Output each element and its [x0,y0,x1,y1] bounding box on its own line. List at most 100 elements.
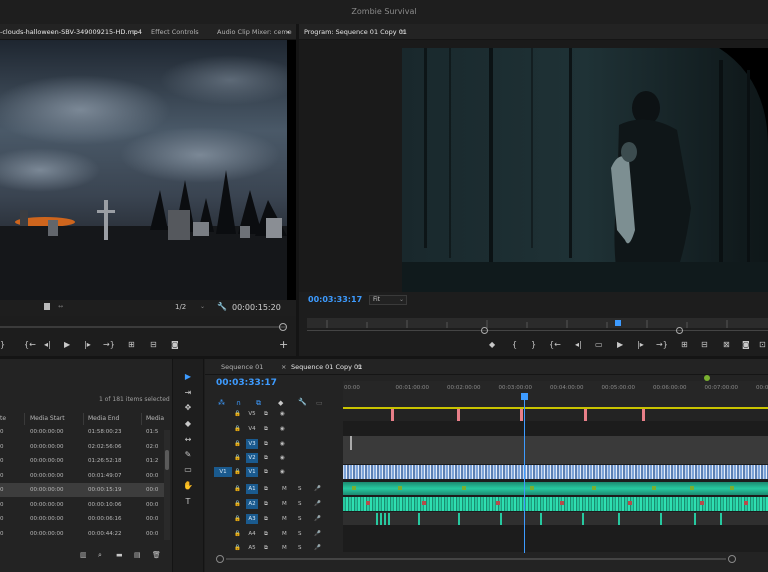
program-fit-select[interactable]: Fit ⌄ [369,295,407,305]
table-row[interactable]: 0 00:00:00:00 00:00:15:19 00:0 [0,483,164,497]
audio-clip-blip[interactable] [388,513,390,525]
audio-keyframe[interactable] [422,501,426,505]
eye-icon[interactable]: ◉ [280,439,285,449]
nest-icon[interactable]: ⁂ [218,399,225,407]
program-menu-icon[interactable]: ≡ [400,24,405,39]
column-header-media-end[interactable]: Media End [88,415,119,422]
lock-icon[interactable]: 🔒 [234,409,241,419]
sync-lock-icon[interactable]: ⧉ [264,409,268,419]
add-marker-icon[interactable]: ◆ [278,399,283,407]
solo-button[interactable]: S [298,543,302,553]
audio-clip-blip[interactable] [500,513,502,525]
loop-icon[interactable]: ▭ [595,340,603,349]
mute-button[interactable]: M [282,543,287,553]
v3-clip[interactable] [350,436,352,450]
overwrite-button-icon[interactable]: ⊟ [150,340,157,349]
go-to-in-icon[interactable]: {← [549,340,561,349]
wrench-icon[interactable]: 🔧 [298,398,307,406]
audio-keyframe[interactable] [366,501,370,505]
audio-clip-blip[interactable] [618,513,620,525]
hand-tool-icon[interactable]: ✋ [181,479,195,493]
sync-lock-icon[interactable]: ⧉ [264,424,268,434]
insert-button-icon[interactable]: ⊞ [128,340,135,349]
step-forward-icon[interactable]: |▸ [84,340,91,349]
audio-clip-blip[interactable] [540,513,542,525]
audio-clip-blip[interactable] [418,513,420,525]
tab-sequence-01[interactable]: Sequence 01 [221,359,263,374]
mark-out-icon[interactable]: } [531,340,536,349]
audio-keyframe[interactable] [730,486,734,490]
audio-keyframe[interactable] [628,501,632,505]
program-scrubber[interactable] [307,330,768,331]
audio-keyframe[interactable] [398,486,402,490]
audio-keyframe[interactable] [700,501,704,505]
trash-icon[interactable]: 🗑 [152,551,161,559]
microphone-icon[interactable]: 🎤 [314,529,321,539]
audio-keyframe[interactable] [744,501,748,505]
audio-keyframe[interactable] [652,486,656,490]
column-header-media-start[interactable]: Media Start [30,415,65,422]
solo-button[interactable]: S [298,529,302,539]
timeline-marker[interactable] [457,409,460,421]
timeline-scroll-end-handle[interactable] [728,555,736,563]
lift-icon[interactable]: ⊞ [681,340,688,349]
source-timecode[interactable]: 00:00:15:20 [232,303,281,312]
sync-lock-icon[interactable]: ⧉ [264,543,268,553]
track-select-tool-icon[interactable]: ⇥ [181,386,195,400]
sync-lock-icon[interactable]: ⧉ [264,453,268,463]
rectangle-tool-icon[interactable]: ▭ [181,463,195,477]
tab-effect-controls[interactable]: Effect Controls [151,24,199,39]
table-row[interactable]: 0 00:00:00:00 01:58:00:23 01:5 [0,425,164,439]
track-target-v3[interactable]: V3 [246,439,258,449]
source-zoom-select[interactable]: 1/2 [175,303,186,311]
razor-tool-icon[interactable]: ◆ [181,417,195,431]
track-target-a4[interactable]: A4 [246,529,258,539]
step-back-icon[interactable]: ◂| [44,340,51,349]
v1-clips[interactable] [343,465,768,479]
audio-clip-blip[interactable] [660,513,662,525]
sync-lock-icon[interactable]: ⧉ [264,529,268,539]
track-target-v2[interactable]: V2 [246,453,258,463]
search-icon[interactable]: ⌕ [98,551,102,560]
source-scrubber[interactable] [0,326,286,328]
timeline-playhead-handle[interactable] [521,393,528,400]
work-area-bar[interactable] [343,407,768,409]
camera-icon[interactable]: ◙ [171,340,179,349]
program-time-ruler[interactable] [307,318,768,328]
a2-clips[interactable] [343,497,768,511]
type-tool-icon[interactable]: T [181,495,195,509]
audio-clip-blip[interactable] [376,513,378,525]
microphone-icon[interactable]: 🎤 [314,514,321,524]
timeline-timecode[interactable]: 00:03:33:17 [216,378,277,388]
tab-program[interactable]: Program: Sequence 01 Copy 01 [304,24,407,39]
eye-icon[interactable]: ◉ [280,467,285,477]
program-out-handle[interactable] [676,327,683,334]
timeline-marker[interactable] [642,409,645,421]
lock-icon[interactable]: 🔒 [234,543,241,553]
table-row[interactable]: 0 00:00:00:00 00:00:10:06 00:0 [0,498,164,512]
sync-lock-icon[interactable]: ⧉ [264,467,268,477]
audio-clip-blip[interactable] [720,513,722,525]
eye-icon[interactable]: ◉ [280,424,285,434]
lock-icon[interactable]: 🔒 [234,484,241,494]
timeline-menu-icon[interactable]: ≡ [357,359,362,374]
audio-clip-blip[interactable] [380,513,382,525]
play-icon[interactable]: ▶ [64,340,70,349]
mark-in-icon[interactable]: { [512,340,517,349]
eye-icon[interactable]: ◉ [280,409,285,419]
track-target-v1[interactable]: V1 [246,467,258,477]
pen-tool-icon[interactable]: ✎ [181,448,195,462]
program-playhead[interactable] [615,320,621,326]
close-icon[interactable]: × [281,359,286,374]
selection-tool-icon[interactable]: ▶ [181,370,195,384]
audio-keyframe[interactable] [462,486,466,490]
lock-icon[interactable]: 🔒 [234,467,241,477]
audio-keyframe[interactable] [690,486,694,490]
lock-icon[interactable]: 🔒 [234,499,241,509]
mute-button[interactable]: M [282,529,287,539]
audio-keyframe[interactable] [592,486,596,490]
program-timecode[interactable]: 00:03:33:17 [308,295,362,304]
lock-icon[interactable]: 🔒 [234,439,241,449]
step-forward-icon[interactable]: |▸ [637,340,644,349]
audio-keyframe[interactable] [560,501,564,505]
